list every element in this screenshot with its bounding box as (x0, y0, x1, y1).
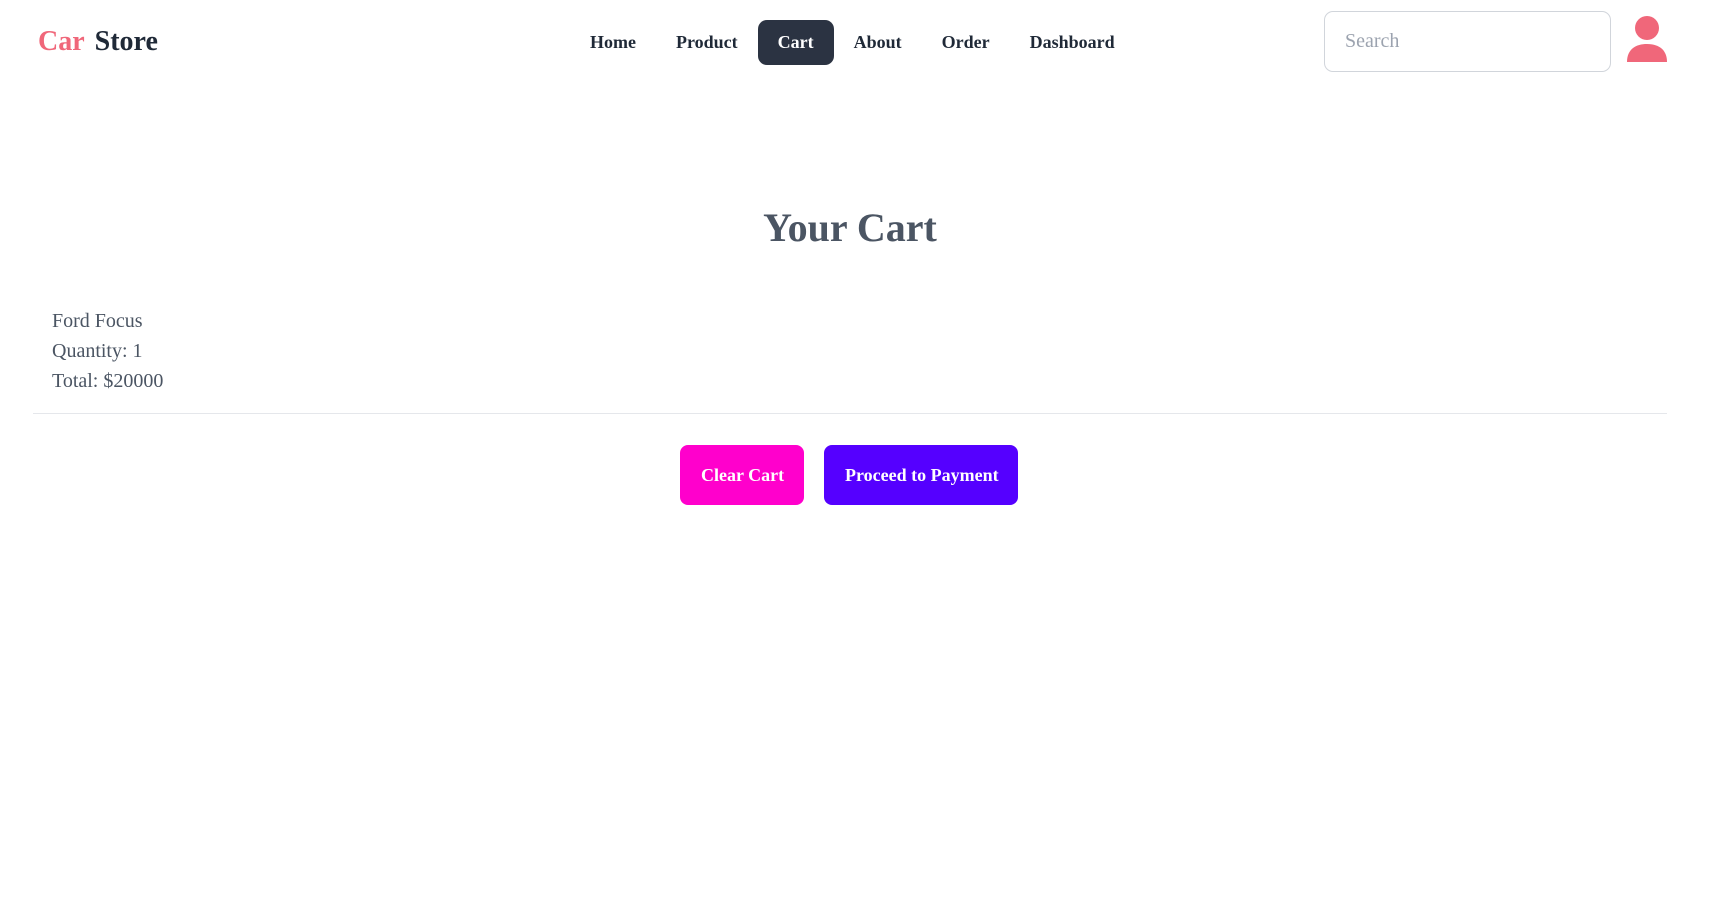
brand-part-store: Store (94, 26, 158, 57)
divider (33, 413, 1667, 414)
main-nav: Home Product Cart About Order Dashboard (570, 20, 1135, 65)
cart-item: Ford Focus Quantity: 1 Total: $20000 (52, 306, 163, 396)
search-input[interactable] (1324, 11, 1611, 72)
cart-item-quantity: Quantity: 1 (52, 340, 143, 362)
nav-item-order[interactable]: Order (922, 20, 1010, 65)
user-avatar[interactable] (1626, 14, 1668, 64)
cart-item-total: Total: $20000 (52, 370, 164, 392)
user-icon (1627, 16, 1667, 62)
nav-item-home[interactable]: Home (570, 20, 656, 65)
brand-logo[interactable]: Car Store (38, 26, 158, 58)
cart-item-name: Ford Focus (52, 310, 143, 332)
nav-item-cart[interactable]: Cart (757, 20, 834, 65)
nav-item-product[interactable]: Product (656, 20, 758, 65)
nav-item-about[interactable]: About (834, 20, 922, 65)
clear-cart-button[interactable]: Clear Cart (680, 445, 804, 505)
navbar: Car Store Home Product Cart About Order D… (0, 0, 1726, 86)
nav-item-dashboard[interactable]: Dashboard (1010, 20, 1135, 65)
brand-part-car: Car (38, 26, 85, 57)
proceed-to-payment-button[interactable]: Proceed to Payment (824, 445, 1018, 505)
page-title: Your Cart (763, 205, 937, 250)
cart-actions: Clear Cart Proceed to Payment (680, 445, 1018, 505)
